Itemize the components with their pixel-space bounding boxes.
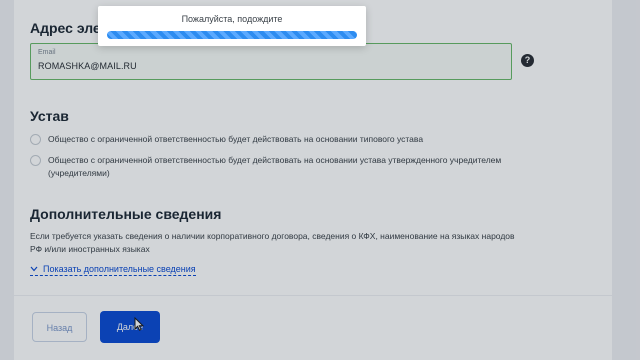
loading-progress-bar <box>107 31 357 39</box>
loading-overlay <box>0 0 640 360</box>
loading-modal: Пожалуйста, подождите <box>98 6 366 46</box>
loading-message: Пожалуйста, подождите <box>181 14 283 24</box>
